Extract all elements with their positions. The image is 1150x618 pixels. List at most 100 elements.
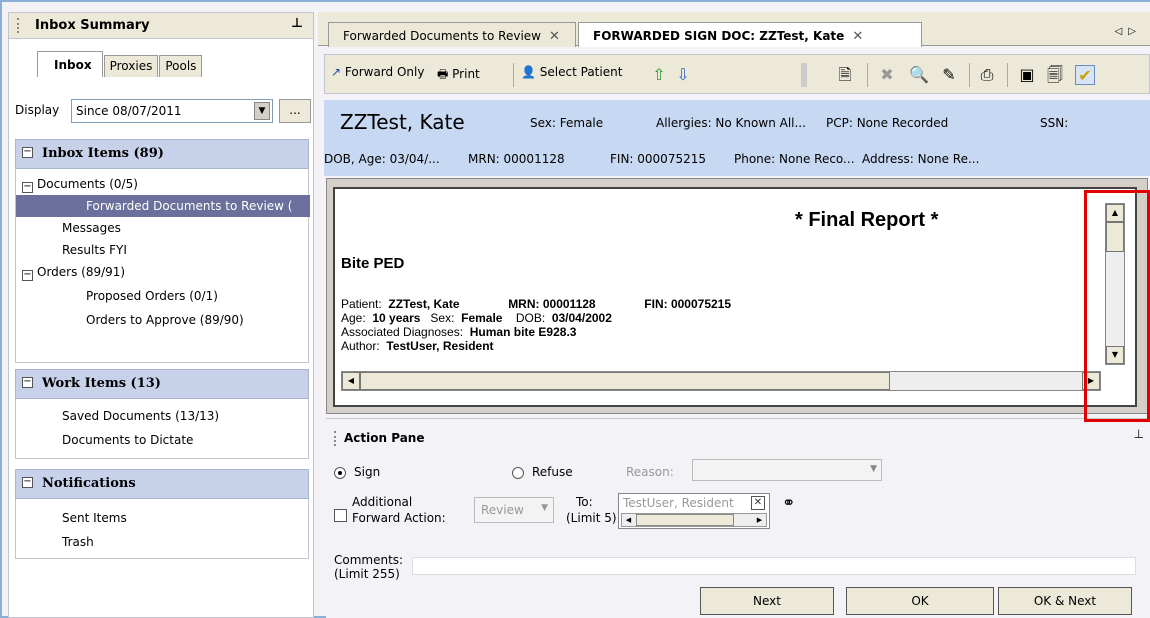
drag-grip-icon[interactable]: [334, 431, 337, 446]
label: Age:: [341, 311, 366, 325]
forward-to-list[interactable]: TestUser, Resident ✕ ◀ ▶: [618, 493, 770, 529]
collapse-icon[interactable]: −: [22, 377, 33, 388]
inbox-summary-panel: Inbox Summary ⊥ Inbox Proxies Pools Disp…: [8, 12, 314, 618]
document-panel: Forwarded Documents to Review ✕ FORWARDED…: [318, 12, 1150, 618]
label: Sex:: [430, 311, 455, 325]
final-report-heading: * Final Report *: [795, 209, 939, 231]
close-icon[interactable]: ✕: [549, 29, 560, 44]
chevron-down-icon[interactable]: ▼: [870, 464, 877, 474]
tree-item-label: Forwarded Documents to Review (: [86, 199, 293, 213]
edit-pen-icon[interactable]: ✎: [939, 65, 959, 85]
tree-item-orders-to-approve[interactable]: Orders to Approve (89/90): [86, 309, 244, 331]
forward-only-label: Forward Only: [344, 65, 425, 79]
chevron-down-icon[interactable]: ▼: [254, 102, 270, 120]
label: FIN:: [644, 297, 668, 311]
monitor-icon[interactable]: ▣: [1017, 65, 1037, 85]
tab-forwarded-documents[interactable]: Forwarded Documents to Review ✕: [328, 22, 576, 47]
ok-button[interactable]: OK: [846, 587, 994, 615]
label: Associated Diagnoses:: [341, 325, 464, 339]
recipient-chip[interactable]: TestUser, Resident ✕: [621, 496, 767, 512]
document-toolbar: ↗ Forward Only 🖶 Print 👤 Select Patient …: [324, 54, 1150, 94]
work-items-header[interactable]: − Work Items (13): [15, 369, 309, 399]
refuse-radio[interactable]: [512, 467, 524, 479]
value: Human bite E928.3: [469, 325, 577, 339]
tab-inbox[interactable]: Inbox: [37, 51, 103, 77]
delete-icon[interactable]: ✖: [877, 65, 897, 85]
tree-item-documents-to-dictate[interactable]: Documents to Dictate: [62, 429, 193, 451]
tab-proxies[interactable]: Proxies: [103, 55, 159, 77]
tree-item-documents[interactable]: − Documents (0/5): [22, 173, 138, 195]
tab-scroll-arrows[interactable]: ◁▷: [1115, 26, 1142, 37]
toolbar-overflow[interactable]: [801, 63, 807, 87]
arrow-up-icon[interactable]: ⇧: [649, 65, 669, 85]
comments-label: Comments:: [334, 553, 404, 567]
collapse-icon[interactable]: −: [22, 477, 33, 488]
pin-icon[interactable]: ⊥: [1134, 427, 1144, 441]
work-items-list: Saved Documents (13/13) Documents to Dic…: [15, 399, 309, 459]
pin-icon[interactable]: ⊥: [291, 16, 303, 31]
tab-forwarded-sign-doc[interactable]: FORWARDED SIGN DOC: ZZTest, Kate ✕: [578, 22, 922, 47]
value: 000075215: [670, 297, 732, 311]
ok-and-next-button[interactable]: OK & Next: [998, 587, 1132, 615]
horizontal-scrollbar[interactable]: ◀ ▶: [341, 371, 1101, 391]
forward-action-select[interactable]: Review ▼: [474, 497, 554, 523]
select-patient-button[interactable]: 👤 Select Patient: [521, 65, 622, 79]
inbox-summary-titlebar: Inbox Summary ⊥: [9, 13, 313, 39]
scroll-thumb[interactable]: [360, 372, 890, 390]
notifications-header[interactable]: − Notifications: [15, 469, 309, 499]
reason-label: Reason:: [626, 465, 674, 479]
next-button[interactable]: Next: [700, 587, 834, 615]
scroll-left-icon[interactable]: ◀: [342, 372, 360, 390]
scroll-left-icon[interactable]: ◀: [622, 514, 635, 526]
recipient-name: TestUser, Resident: [623, 496, 734, 510]
doc-line-age: Age: 10 years Sex: Female DOB: 03/04/200…: [341, 311, 612, 325]
notifications-list: Sent Items Trash: [15, 499, 309, 559]
tree-item-saved-documents[interactable]: Saved Documents (13/13): [62, 405, 219, 427]
patient-ssn: SSN:: [1040, 116, 1069, 130]
forward-only-button[interactable]: ↗ Forward Only: [331, 65, 424, 79]
patient-phone: Phone: None Reco...: [734, 152, 855, 166]
document-search-icon[interactable]: 🔍: [909, 65, 929, 85]
collapse-icon[interactable]: −: [22, 147, 33, 158]
patient-fin: FIN: 000075215: [610, 152, 706, 166]
doc-line-author: Author: TestUser, Resident: [341, 339, 494, 353]
forward-icon: ↗: [331, 65, 342, 79]
tree-item-proposed-orders[interactable]: Proposed Orders (0/1): [86, 285, 218, 307]
printer-icon[interactable]: ⎙: [977, 65, 997, 85]
action-pane-label: Action Pane: [344, 431, 425, 445]
scroll-thumb[interactable]: [636, 514, 734, 526]
tree-item-orders[interactable]: − Orders (89/91): [22, 261, 125, 283]
collapse-icon[interactable]: −: [22, 270, 33, 281]
close-icon[interactable]: ✕: [751, 496, 765, 510]
refuse-label: Refuse: [532, 465, 573, 479]
toolbar-divider: [513, 63, 514, 87]
tree-item-results-fyi[interactable]: Results FYI: [62, 239, 127, 261]
drag-grip-icon[interactable]: [17, 18, 20, 33]
display-date-select[interactable]: Since 08/07/2011 ▼: [71, 99, 273, 123]
display-options-button[interactable]: ...: [279, 99, 311, 123]
print-button[interactable]: 🖶 Print: [437, 65, 480, 86]
chevron-down-icon[interactable]: ▼: [541, 503, 548, 513]
sign-check-icon[interactable]: ✔: [1075, 65, 1095, 85]
reason-select[interactable]: ▼: [692, 459, 882, 481]
close-icon[interactable]: ✕: [852, 29, 863, 44]
tree-item-forwarded-documents[interactable]: Forwarded Documents to Review (: [16, 195, 310, 217]
scroll-right-icon[interactable]: ▶: [753, 514, 766, 526]
collapse-icon[interactable]: −: [22, 182, 33, 193]
sign-radio[interactable]: [334, 467, 346, 479]
tree-item-messages[interactable]: Messages: [62, 217, 121, 239]
binoculars-search-icon[interactable]: ⚭: [782, 493, 795, 512]
next-label: Next: [753, 594, 781, 608]
tree-item-sent-items[interactable]: Sent Items: [62, 507, 127, 529]
forward-action-value: Review: [481, 503, 524, 517]
additional-forward-checkbox[interactable]: [334, 509, 347, 522]
tab-pools[interactable]: Pools: [159, 55, 203, 77]
arrow-down-icon[interactable]: ⇩: [673, 65, 693, 85]
comments-input[interactable]: [412, 557, 1136, 575]
recipient-scrollbar[interactable]: ◀ ▶: [621, 513, 767, 527]
tree-item-trash[interactable]: Trash: [62, 531, 94, 553]
new-document-icon[interactable]: 🗎: [835, 65, 855, 85]
inbox-tabs: Inbox Proxies Pools: [37, 51, 203, 77]
document-stack-icon[interactable]: 🗐: [1045, 65, 1065, 85]
inbox-items-header[interactable]: − Inbox Items (89): [15, 139, 309, 169]
